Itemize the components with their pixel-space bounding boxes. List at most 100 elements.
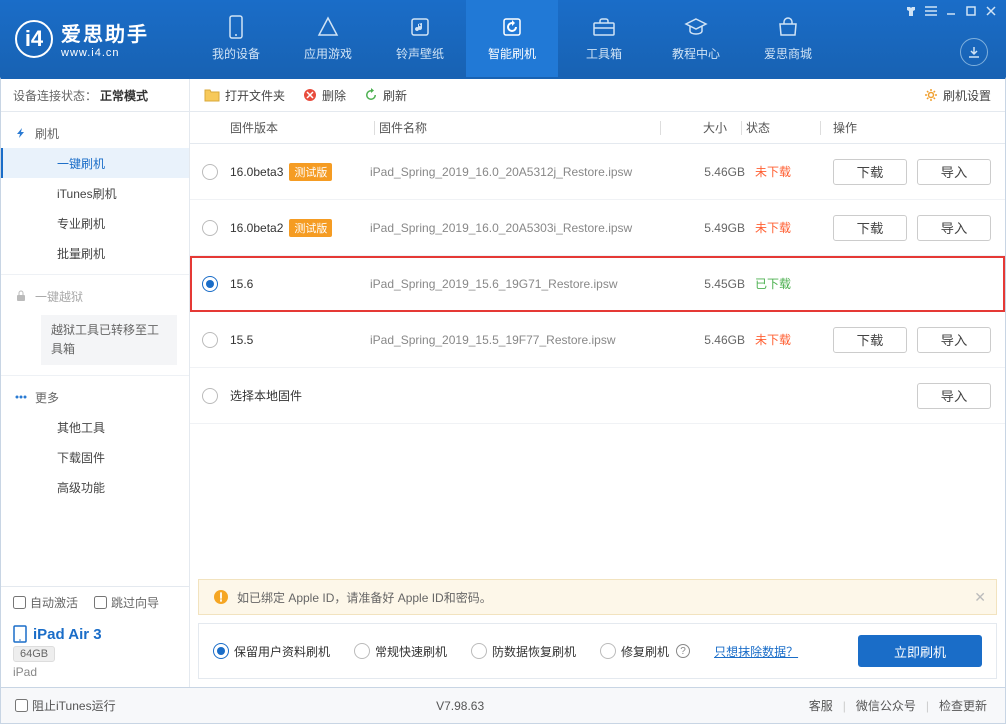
row-radio[interactable] — [202, 220, 218, 236]
sidebar-item-advanced[interactable]: 高级功能 — [1, 472, 189, 502]
flash-settings-button[interactable]: 刷机设置 — [924, 87, 991, 104]
close-icon[interactable] — [982, 4, 1000, 18]
row-radio[interactable] — [202, 388, 218, 404]
import-button[interactable]: 导入 — [917, 215, 991, 241]
store-icon — [776, 15, 800, 39]
sidebar-item-pro[interactable]: 专业刷机 — [1, 208, 189, 238]
download-button[interactable]: 下载 — [833, 159, 907, 185]
auto-activate-checkbox[interactable]: 自动激活 — [13, 594, 78, 611]
sidebar-item-download-fw[interactable]: 下载固件 — [1, 442, 189, 472]
beta-badge: 测试版 — [289, 219, 332, 237]
import-button[interactable]: 导入 — [917, 383, 991, 409]
open-folder-button[interactable]: 打开文件夹 — [204, 87, 285, 104]
footer-wechat[interactable]: 微信公众号 — [852, 697, 920, 714]
table-row[interactable]: 15.5 iPad_Spring_2019_15.5_19F77_Restore… — [190, 312, 1005, 368]
row-radio[interactable] — [202, 332, 218, 348]
firmware-name: iPad_Spring_2019_15.5_19F77_Restore.ipsw — [370, 333, 683, 347]
sidebar-jailbreak-head[interactable]: 一键越狱 — [1, 281, 189, 311]
menu-icon[interactable] — [922, 4, 940, 18]
opt-normal[interactable]: 常规快速刷机 — [354, 643, 447, 660]
notice-close-icon[interactable]: ✕ — [974, 589, 986, 606]
skip-guide-checkbox[interactable]: 跳过向导 — [94, 594, 159, 611]
beta-badge: 测试版 — [289, 163, 332, 181]
col-status: 状态 — [746, 119, 816, 136]
row-radio[interactable] — [202, 276, 218, 292]
wipe-link[interactable]: 只想抹除数据？ — [714, 643, 798, 660]
firmware-name: iPad_Spring_2019_16.0_20A5303i_Restore.i… — [370, 221, 683, 235]
refresh-button[interactable]: 刷新 — [364, 87, 407, 104]
toolbox-icon — [592, 15, 616, 39]
opt-keep-data[interactable]: 保留用户资料刷机 — [213, 643, 330, 660]
footer-support[interactable]: 客服 — [805, 697, 837, 714]
firmware-name: iPad_Spring_2019_16.0_20A5312j_Restore.i… — [370, 165, 683, 179]
nav-tutorial[interactable]: 教程中心 — [650, 0, 742, 77]
warning-icon — [213, 589, 229, 605]
firmware-size: 5.46GB — [683, 165, 755, 179]
download-button[interactable]: 下载 — [833, 327, 907, 353]
side-checks: 自动激活 跳过向导 — [1, 587, 189, 617]
col-version: 固件版本 — [230, 119, 370, 136]
col-name: 固件名称 — [379, 119, 656, 136]
import-button[interactable]: 导入 — [917, 327, 991, 353]
firmware-size: 5.45GB — [683, 277, 755, 291]
sidebar-more-head[interactable]: 更多 — [1, 382, 189, 412]
maximize-icon[interactable] — [962, 4, 980, 18]
app-url: www.i4.cn — [61, 47, 149, 59]
tutorial-icon — [684, 15, 708, 39]
delete-button[interactable]: 删除 — [303, 87, 346, 104]
sidebar-item-other[interactable]: 其他工具 — [1, 412, 189, 442]
sidebar-flash-head[interactable]: 刷机 — [1, 118, 189, 148]
import-button[interactable]: 导入 — [917, 159, 991, 185]
help-icon[interactable]: ? — [676, 644, 690, 658]
firmware-size: 5.46GB — [683, 333, 755, 347]
block-itunes-checkbox[interactable]: 阻止iTunes运行 — [15, 697, 116, 714]
firmware-version: 16.0beta2 测试版 — [230, 219, 370, 237]
sidebar: 设备连接状态：正常模式 刷机 一键刷机 iTunes刷机 专业刷机 批量刷机 一… — [1, 79, 190, 687]
connection-status: 设备连接状态：正常模式 — [1, 79, 189, 112]
jailbreak-note: 越狱工具已转移至工具箱 — [41, 315, 177, 365]
flash-now-button[interactable]: 立即刷机 — [858, 635, 982, 667]
device-icon — [224, 15, 248, 39]
apps-icon — [316, 15, 340, 39]
firmware-name: iPad_Spring_2019_15.6_19G71_Restore.ipsw — [370, 277, 683, 291]
header: i4 爱思助手 www.i4.cn 我的设备 应用游戏 铃声壁纸 智能刷机 工具… — [0, 0, 1006, 77]
table-header: 固件版本 固件名称 大小 状态 操作 — [190, 112, 1005, 144]
nav-toolbox[interactable]: 工具箱 — [558, 0, 650, 77]
sidebar-item-oneclick[interactable]: 一键刷机 — [1, 148, 189, 178]
firmware-status: 已下载 — [755, 275, 825, 292]
nav-store[interactable]: 爱思商城 — [742, 0, 834, 77]
nav-flash[interactable]: 智能刷机 — [466, 0, 558, 77]
sidebar-item-itunes[interactable]: iTunes刷机 — [1, 178, 189, 208]
firmware-size: 5.49GB — [683, 221, 755, 235]
nav-my-device[interactable]: 我的设备 — [190, 0, 282, 77]
table-row[interactable]: 16.0beta2 测试版 iPad_Spring_2019_16.0_20A5… — [190, 200, 1005, 256]
table-row-local[interactable]: 选择本地固件 导入 — [190, 368, 1005, 424]
device-panel: iPad Air 3 64GB iPad — [1, 617, 189, 687]
download-button[interactable]: 下载 — [833, 215, 907, 241]
firmware-status: 未下载 — [755, 163, 825, 180]
firmware-version: 16.0beta3 测试版 — [230, 163, 370, 181]
row-radio[interactable] — [202, 164, 218, 180]
col-ops: 操作 — [825, 119, 1005, 136]
minimize-icon[interactable] — [942, 4, 960, 18]
nav-bar: 我的设备 应用游戏 铃声壁纸 智能刷机 工具箱 教程中心 爱思商城 — [190, 0, 1006, 77]
opt-anti-recover[interactable]: 防数据恢复刷机 — [471, 643, 576, 660]
device-name: iPad Air 3 — [13, 625, 177, 643]
opt-repair[interactable]: 修复刷机? — [600, 643, 690, 660]
footer-update[interactable]: 检查更新 — [935, 697, 991, 714]
sidebar-item-batch[interactable]: 批量刷机 — [1, 238, 189, 268]
nav-apps[interactable]: 应用游戏 — [282, 0, 374, 77]
download-manager-icon[interactable] — [960, 38, 988, 66]
toolbar: 打开文件夹 删除 刷新 刷机设置 — [190, 79, 1005, 112]
device-type: iPad — [13, 665, 177, 679]
main-area: 打开文件夹 删除 刷新 刷机设置 固件版本 固件名称 大小 状态 操作 16.0… — [190, 79, 1005, 687]
table-row[interactable]: 16.0beta3 测试版 iPad_Spring_2019_16.0_20A5… — [190, 144, 1005, 200]
nav-ringtones[interactable]: 铃声壁纸 — [374, 0, 466, 77]
table-row[interactable]: 15.6 iPad_Spring_2019_15.6_19G71_Restore… — [190, 256, 1005, 312]
skin-icon[interactable] — [902, 4, 920, 18]
app-title: 爱思助手 — [61, 18, 149, 47]
firmware-version: 15.6 — [230, 277, 370, 291]
firmware-version: 15.5 — [230, 333, 370, 347]
firmware-table: 16.0beta3 测试版 iPad_Spring_2019_16.0_20A5… — [190, 144, 1005, 424]
notice-bar: 如已绑定 Apple ID，请准备好 Apple ID和密码。 ✕ — [198, 579, 997, 615]
